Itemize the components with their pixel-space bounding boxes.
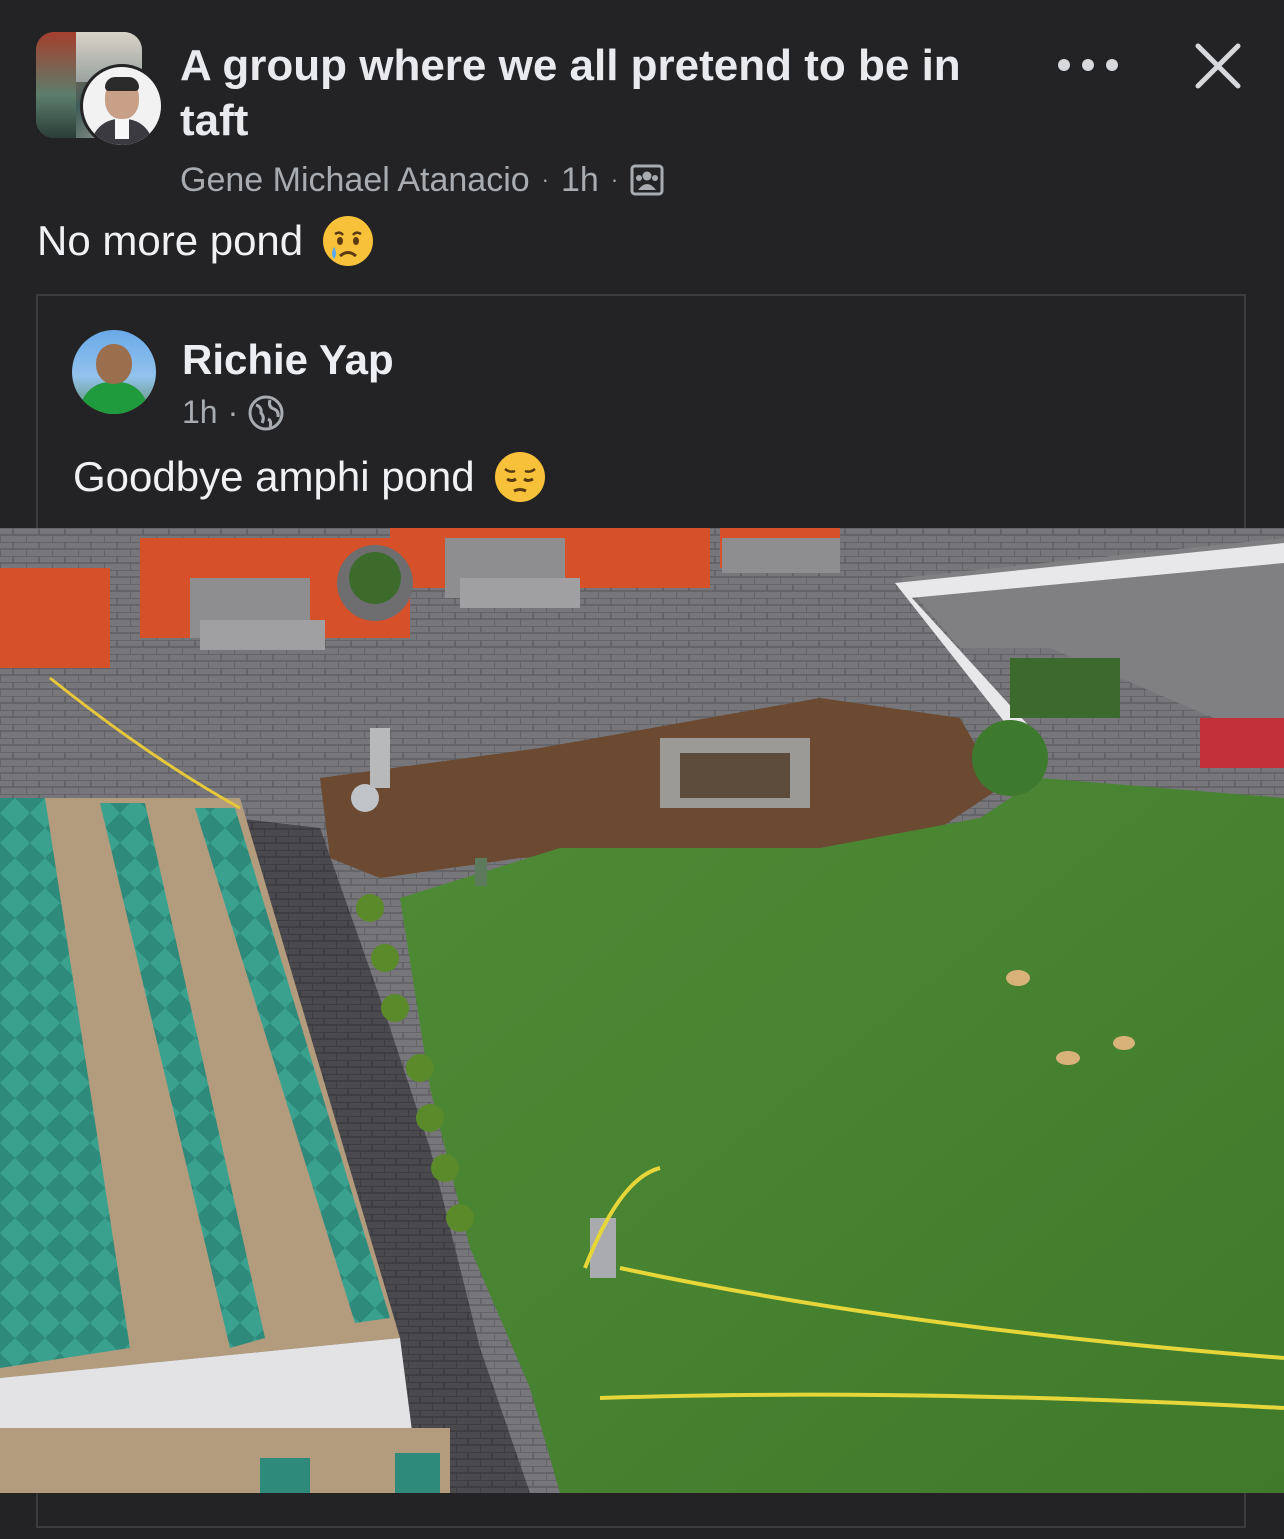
meta-separator: · — [227, 394, 239, 430]
shared-post-meta: 1h · — [182, 394, 284, 431]
meta-separator: · — [541, 167, 549, 192]
post-meta: Gene Michael Atanacio · 1h · — [180, 160, 664, 200]
meta-separator: · — [610, 167, 619, 192]
poster-avatar[interactable] — [80, 64, 164, 148]
shared-post-message: Goodbye amphi pond — [73, 450, 547, 504]
close-icon[interactable] — [1190, 38, 1246, 94]
shared-post-message-text: Goodbye amphi pond — [73, 453, 475, 500]
post-time[interactable]: 1h — [561, 161, 599, 200]
more-options-icon[interactable] — [1058, 50, 1118, 80]
post-message-text: No more pond — [37, 217, 304, 264]
shared-author-avatar[interactable] — [72, 330, 156, 414]
shared-author-name[interactable]: Richie Yap — [182, 336, 394, 384]
shared-card-footer — [36, 1493, 1246, 1528]
globe-icon — [248, 395, 284, 430]
post-header: A group where we all pretend to be in ta… — [0, 0, 1284, 210]
poster-name-link[interactable]: Gene Michael Atanacio — [180, 161, 530, 200]
post-photo[interactable] — [0, 528, 1284, 1493]
group-name-link[interactable]: A group where we all pretend to be in ta… — [180, 38, 1000, 148]
post-message: No more pond — [37, 214, 375, 268]
pensive-face-emoji — [494, 452, 545, 502]
shared-post-time[interactable]: 1h — [182, 394, 218, 431]
group-audience-icon — [630, 164, 664, 196]
crying-face-emoji — [323, 216, 374, 266]
